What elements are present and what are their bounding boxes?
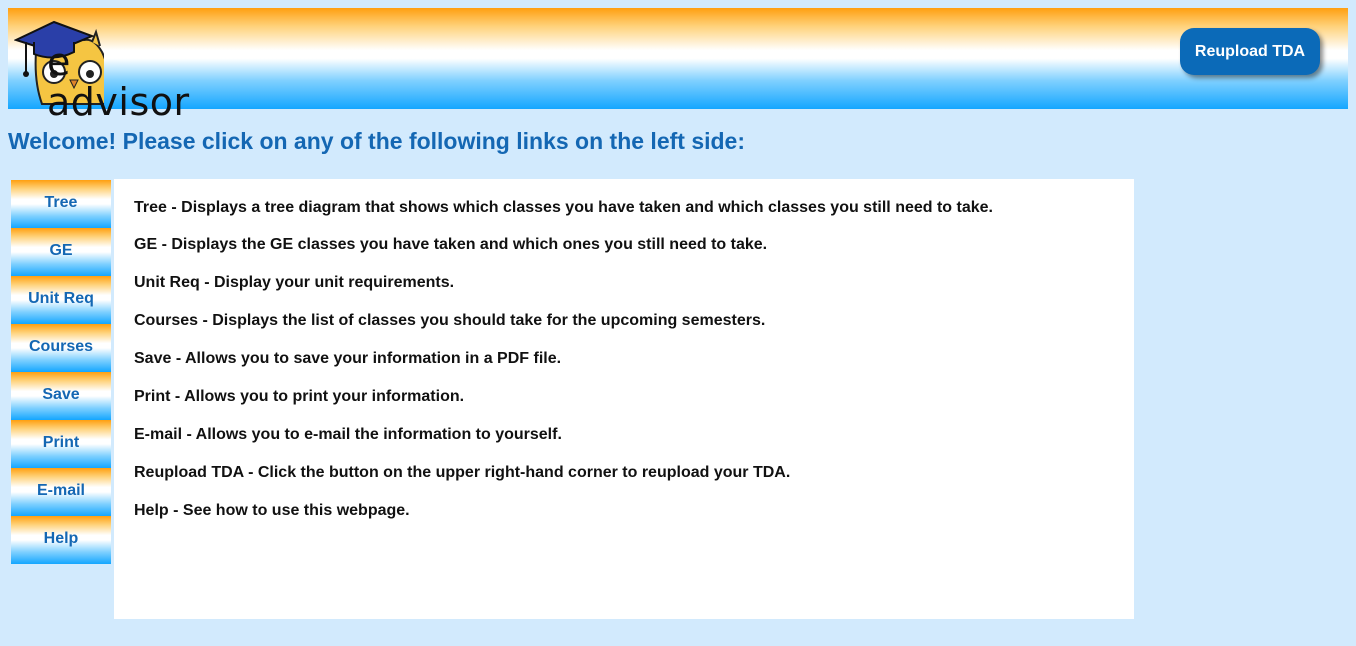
nav-item-help[interactable]: Help: [11, 516, 111, 564]
desc-email: E-mail - Allows you to e-mail the inform…: [134, 426, 562, 443]
nav-item-courses[interactable]: Courses: [11, 324, 111, 372]
eadvisor-logo: e advisor: [14, 12, 224, 122]
header-banner: e advisor Reupload TDA: [8, 8, 1348, 122]
desc-print: Print - Allows you to print your informa…: [134, 388, 465, 405]
reupload-tda-button[interactable]: Reupload TDA: [1180, 28, 1320, 75]
nav-item-ge[interactable]: GE: [11, 228, 111, 276]
nav-item-unit-req[interactable]: Unit Req: [11, 276, 111, 324]
nav-item-print[interactable]: Print: [11, 420, 111, 468]
desc-help: Help - See how to use this webpage.: [134, 502, 410, 519]
desc-courses: Courses - Displays the list of classes y…: [134, 312, 766, 329]
welcome-heading: Welcome! Please click on any of the foll…: [8, 128, 745, 154]
nav-item-tree[interactable]: Tree: [11, 180, 111, 228]
desc-unit-req: Unit Req - Display your unit requirement…: [134, 274, 455, 291]
logo-text: e advisor: [47, 40, 190, 124]
nav-item-email[interactable]: E-mail: [11, 468, 111, 516]
sidebar-nav: Tree GE Unit Req Courses Save Print E-ma…: [11, 180, 111, 564]
desc-tree: Tree - Displays a tree diagram that show…: [134, 199, 993, 216]
content-panel: Tree - Displays a tree diagram that show…: [114, 179, 1134, 619]
desc-ge: GE - Displays the GE classes you have ta…: [134, 236, 768, 253]
desc-save: Save - Allows you to save your informati…: [134, 350, 562, 367]
desc-reupload-tda: Reupload TDA - Click the button on the u…: [134, 464, 791, 481]
nav-item-save[interactable]: Save: [11, 372, 111, 420]
